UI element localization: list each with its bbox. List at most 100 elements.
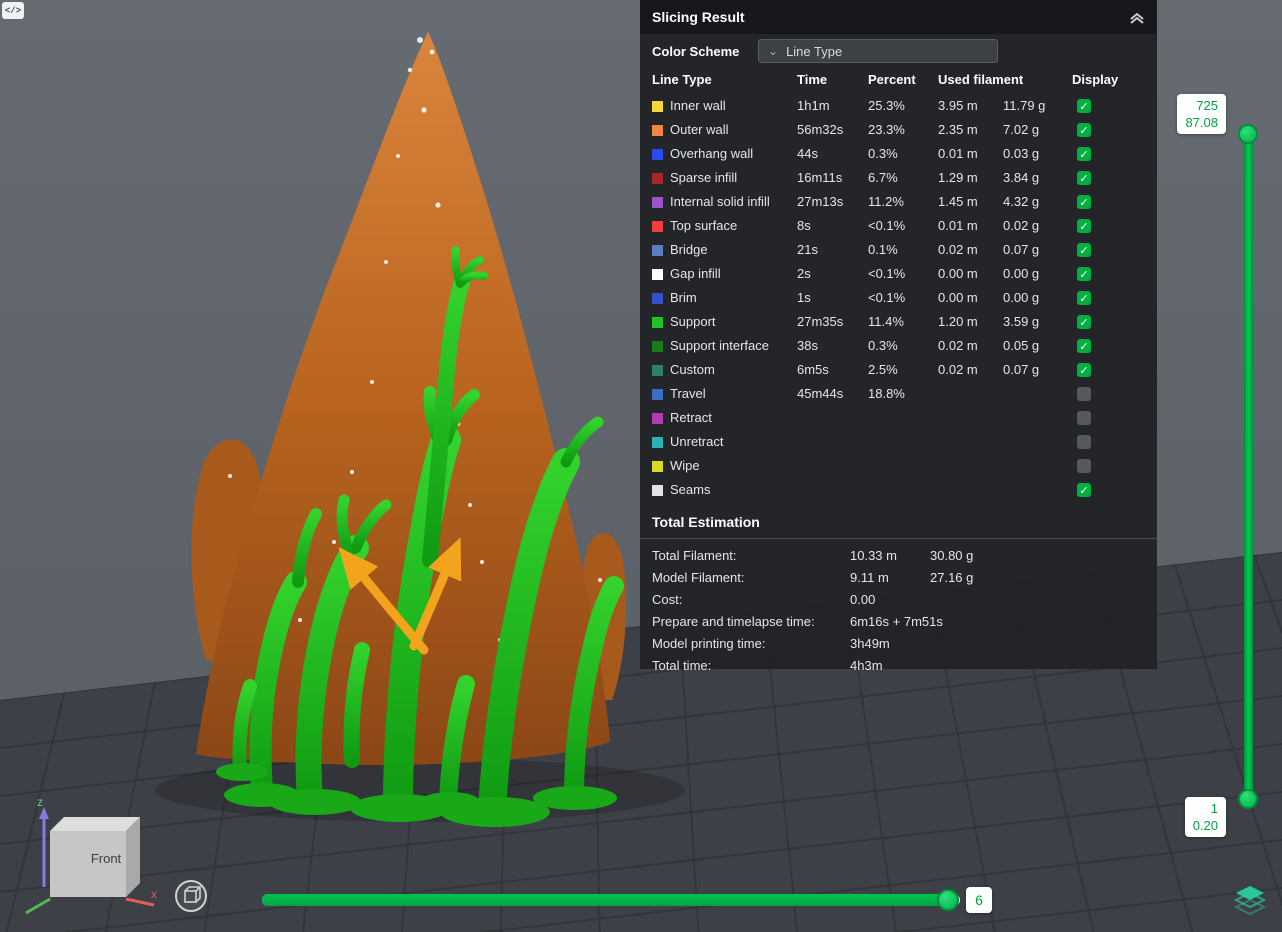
line-type-label: Support xyxy=(670,310,716,334)
line-type-row: Gap infill2s<0.1%0.00 m0.00 g✓ xyxy=(640,262,1157,286)
cube-front-face-label[interactable]: Front xyxy=(67,851,145,866)
layers-view-button[interactable] xyxy=(1234,884,1266,916)
line-type-row: Internal solid infill27m13s11.2%1.45 m4.… xyxy=(640,190,1157,214)
line-type-row: Bridge21s0.1%0.02 m0.07 g✓ xyxy=(640,238,1157,262)
line-type-label: Brim xyxy=(670,286,697,310)
line-type-color-swatch xyxy=(652,197,663,208)
line-type-filament-weight: 0.00 g xyxy=(1003,286,1039,310)
header-display: Display xyxy=(1072,72,1118,87)
step-slider-fill xyxy=(262,894,950,906)
estimation-label: Model Filament: xyxy=(652,567,744,589)
line-type-color-swatch xyxy=(652,461,663,472)
step-slider-handle[interactable] xyxy=(937,889,959,911)
display-checkbox[interactable]: ✓ xyxy=(1077,123,1091,137)
axis-z-label: z xyxy=(37,795,43,809)
display-checkbox[interactable]: ✓ xyxy=(1077,243,1091,257)
line-type-label: Gap infill xyxy=(670,262,721,286)
line-type-percent: 11.2% xyxy=(868,190,904,214)
line-type-filament-length: 0.02 m xyxy=(938,238,978,262)
line-type-filament-length: 0.01 m xyxy=(938,214,978,238)
display-checkbox[interactable]: ✓ xyxy=(1077,99,1091,113)
layer-slider-top-handle[interactable] xyxy=(1238,124,1258,144)
line-type-percent: 0.3% xyxy=(868,334,898,358)
estimation-value: 4h3m xyxy=(850,655,883,677)
line-type-label: Overhang wall xyxy=(670,142,753,166)
line-type-row: Wipe xyxy=(640,454,1157,478)
display-checkbox[interactable]: ✓ xyxy=(1077,339,1091,353)
line-type-filament-weight: 0.00 g xyxy=(1003,262,1039,286)
line-type-filament-weight: 3.84 g xyxy=(1003,166,1039,190)
line-type-color-swatch xyxy=(652,125,663,136)
layer-slider-track[interactable] xyxy=(1244,132,1253,800)
display-checkbox[interactable]: ✓ xyxy=(1077,219,1091,233)
display-checkbox[interactable]: ✓ xyxy=(1077,363,1091,377)
line-type-time: 27m35s xyxy=(797,310,843,334)
line-type-filament-length: 0.02 m xyxy=(938,358,978,382)
line-type-color-swatch xyxy=(652,173,663,184)
estimation-value-2: 30.80 g xyxy=(930,545,973,567)
line-type-percent: 25.3% xyxy=(868,94,905,118)
layer-slider-bottom-handle[interactable] xyxy=(1238,789,1258,809)
estimation-row: Total Filament:10.33 m30.80 g xyxy=(640,545,1157,567)
estimation-row: Cost:0.00 xyxy=(640,589,1157,611)
line-type-filament-length: 2.35 m xyxy=(938,118,978,142)
line-type-time: 44s xyxy=(797,142,818,166)
line-type-row: Inner wall1h1m25.3%3.95 m11.79 g✓ xyxy=(640,94,1157,118)
line-type-row: Overhang wall44s0.3%0.01 m0.03 g✓ xyxy=(640,142,1157,166)
line-type-color-swatch xyxy=(652,245,663,256)
line-type-filament-weight: 7.02 g xyxy=(1003,118,1039,142)
line-type-color-swatch xyxy=(652,437,663,448)
line-type-label: Inner wall xyxy=(670,94,726,118)
navigation-cube[interactable]: Front z x xyxy=(20,793,180,925)
line-type-label: Outer wall xyxy=(670,118,729,142)
line-type-row: Unretract xyxy=(640,430,1157,454)
line-type-time: 27m13s xyxy=(797,190,843,214)
total-estimation-rows: Total Filament:10.33 m30.80 gModel Filam… xyxy=(640,539,1157,677)
line-type-label: Unretract xyxy=(670,430,723,454)
estimation-value: 3h49m xyxy=(850,633,890,655)
line-type-filament-weight: 11.79 g xyxy=(1003,94,1045,118)
slicing-result-panel: Slicing Result Color Scheme ⌄ Line Type … xyxy=(640,0,1157,669)
view-orbit-button[interactable] xyxy=(172,877,210,915)
display-checkbox[interactable]: ✓ xyxy=(1077,291,1091,305)
line-type-percent: 0.1% xyxy=(868,238,898,262)
line-type-filament-weight: 3.59 g xyxy=(1003,310,1039,334)
color-scheme-dropdown[interactable]: ⌄ Line Type xyxy=(758,39,998,63)
display-checkbox[interactable]: ✓ xyxy=(1077,171,1091,185)
display-checkbox[interactable]: ✓ xyxy=(1077,483,1091,497)
line-type-color-swatch xyxy=(652,101,663,112)
line-type-filament-length: 0.00 m xyxy=(938,286,978,310)
line-type-label: Bridge xyxy=(670,238,708,262)
display-checkbox[interactable]: ✓ xyxy=(1077,147,1091,161)
display-checkbox[interactable] xyxy=(1077,411,1091,425)
total-estimation-title: Total Estimation xyxy=(640,502,1157,538)
line-type-filament-weight: 0.02 g xyxy=(1003,214,1039,238)
estimation-label: Total time: xyxy=(652,655,711,677)
display-checkbox[interactable]: ✓ xyxy=(1077,315,1091,329)
slicer-app-window: </> Slicing Result Color Scheme ⌄ Line T… xyxy=(0,0,1282,932)
line-type-percent: 11.4% xyxy=(868,310,904,334)
display-checkbox[interactable] xyxy=(1077,435,1091,449)
collapse-panel-icon[interactable] xyxy=(1129,10,1145,24)
line-type-row: Outer wall56m32s23.3%2.35 m7.02 g✓ xyxy=(640,118,1157,142)
line-type-row: Top surface8s<0.1%0.01 m0.02 g✓ xyxy=(640,214,1157,238)
line-type-color-swatch xyxy=(652,317,663,328)
line-type-time: 56m32s xyxy=(797,118,843,142)
display-checkbox[interactable] xyxy=(1077,387,1091,401)
line-type-row: Seams✓ xyxy=(640,478,1157,502)
line-type-label: Sparse infill xyxy=(670,166,737,190)
display-checkbox[interactable]: ✓ xyxy=(1077,267,1091,281)
line-type-percent: <0.1% xyxy=(868,286,905,310)
line-type-filament-weight: 0.03 g xyxy=(1003,142,1039,166)
line-type-label: Internal solid infill xyxy=(670,190,770,214)
header-used-filament: Used filament xyxy=(938,72,1023,87)
line-type-color-swatch xyxy=(652,293,663,304)
line-type-filament-length: 1.29 m xyxy=(938,166,978,190)
line-type-filament-length: 0.02 m xyxy=(938,334,978,358)
estimation-value: 9.11 m xyxy=(850,567,889,589)
color-scheme-value: Line Type xyxy=(786,44,842,59)
display-checkbox[interactable] xyxy=(1077,459,1091,473)
line-type-filament-length: 1.20 m xyxy=(938,310,978,334)
header-time: Time xyxy=(797,72,827,87)
display-checkbox[interactable]: ✓ xyxy=(1077,195,1091,209)
